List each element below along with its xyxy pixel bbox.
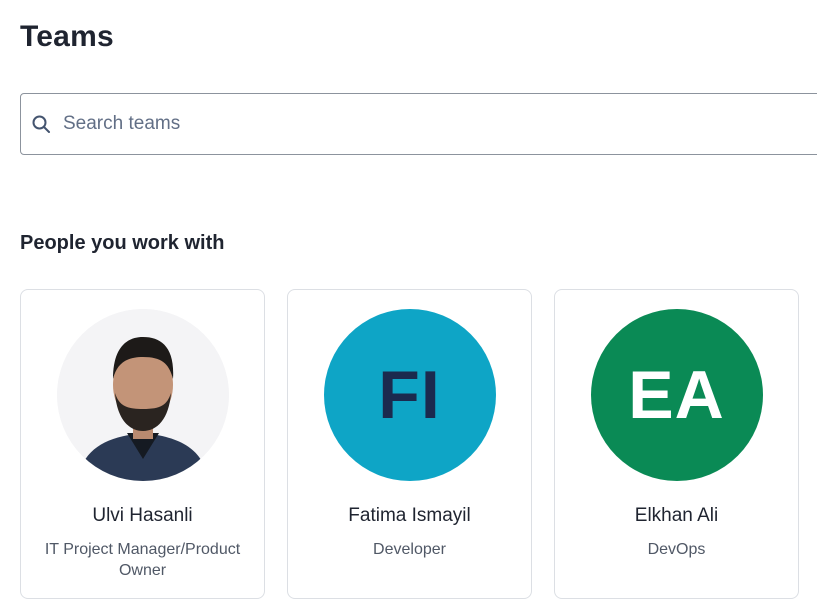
- person-card-ulvi-hasanli[interactable]: Ulvi Hasanli IT Project Manager/Product …: [20, 289, 265, 599]
- avatar-initials: FI: [378, 357, 441, 433]
- person-name: Ulvi Hasanli: [92, 505, 193, 526]
- search-box[interactable]: [20, 93, 817, 155]
- page-title: Teams: [20, 20, 114, 53]
- avatar-initials: EA: [628, 357, 725, 433]
- person-role: DevOps: [647, 541, 706, 558]
- person-name: Elkhan Ali: [634, 505, 719, 526]
- person-card-elkhan-ali[interactable]: EA Elkhan Ali DevOps: [554, 289, 799, 599]
- person-role: Developer: [373, 541, 446, 558]
- person-photo-icon: [56, 309, 229, 481]
- person-role: IT Project Manager/Product Owner: [44, 541, 241, 579]
- person-card-fatima-ismayil[interactable]: FI Fatima Ismayil Developer: [287, 289, 532, 599]
- person-name: Fatima Ismayil: [348, 505, 471, 526]
- search-input[interactable]: [63, 94, 817, 154]
- search-icon: [31, 114, 51, 134]
- people-cards: Ulvi Hasanli IT Project Manager/Product …: [20, 289, 799, 599]
- avatar-photo: [56, 309, 229, 481]
- avatar-initials-fi: FI: [323, 309, 496, 481]
- avatar-initials-ea: EA: [590, 309, 763, 481]
- section-heading: People you work with: [20, 232, 225, 254]
